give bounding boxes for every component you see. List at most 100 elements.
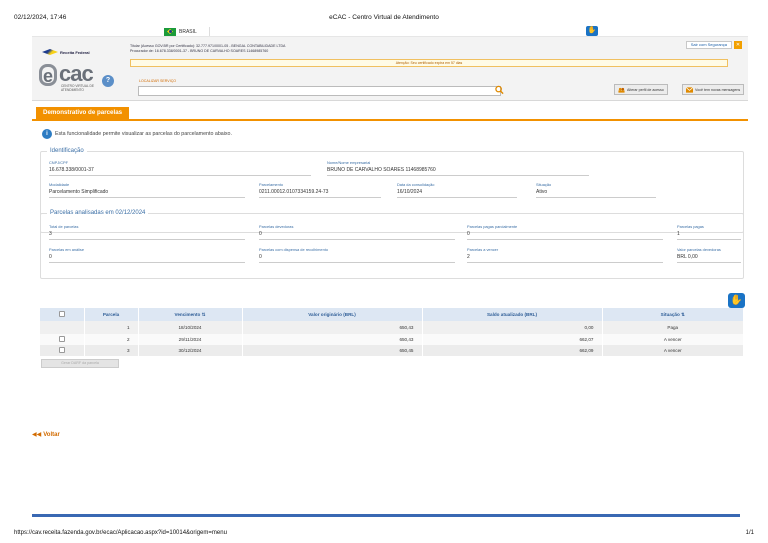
cell-vencimento: 29/11/2024 [138, 334, 243, 345]
field-parcelamento: Parcelamento 0211.00012.0107334159.24-73 [259, 182, 381, 198]
pagas-label: Parcelas pagas [677, 224, 704, 229]
pagas-value: 1 [677, 231, 741, 240]
search-label: LOCALIZAR SERVIÇO [139, 79, 177, 83]
header-valor-originario: Valor originário (BRL) [242, 308, 423, 321]
situacao-value: Ativo [536, 189, 656, 198]
parcial-value: 0 [467, 231, 663, 240]
alterar-perfil-label: Alterar perfil de acesso [627, 87, 664, 92]
logout-icon: ✕ [734, 41, 742, 49]
modalidade-label: Modalidade [49, 182, 70, 187]
brasil-link[interactable]: BRASIL [164, 27, 210, 36]
print-header: 02/12/2024, 17:46 eCAC - Centro Virtual … [0, 0, 768, 22]
analise-label: Parcelas em análise [49, 247, 85, 252]
voltar-label: Voltar [43, 431, 60, 438]
nome-value: BRUNO DE CARVALHO SOARES 11468985760 [327, 167, 589, 176]
ecac-subtitle: CENTRO VIRTUAL DE ATENDIMENTO [61, 84, 94, 92]
data-label: Data da consolidação [397, 182, 435, 187]
info-message: i Esta funcionalidade permite visualizar… [42, 129, 232, 139]
cell-saldo: 662,07 [422, 334, 603, 345]
analise-value: 0 [49, 254, 245, 263]
print-page-number: 1/1 [745, 530, 754, 536]
cell-saldo: 0,00 [422, 321, 603, 334]
accessibility-icon[interactable]: ✋ [586, 26, 598, 36]
cell-situacao: Paga [602, 321, 744, 334]
total-value: 3 [49, 231, 245, 240]
floating-accessibility-icon[interactable]: ✋ [728, 293, 745, 308]
cell-situacao: A vencer [602, 345, 744, 356]
devedoras-label: Parcelas devedoras [259, 224, 294, 229]
cnpj-label: CNPJ/CPF [49, 160, 69, 165]
select-all-header [40, 308, 85, 321]
alterar-perfil-button[interactable]: Alterar perfil de acesso [614, 84, 668, 95]
cell-vencimento: 18/10/2024 [138, 321, 243, 334]
bottom-bar [32, 514, 740, 517]
ecac-logo[interactable]: e cac CENTRO VIRTUAL DE ATENDIMENTO ? [39, 61, 125, 98]
field-em-analise: Parcelas em análise 0 [49, 247, 245, 263]
parcelamento-label: Parcelamento [259, 182, 284, 187]
dispensa-value: 0 [259, 254, 455, 263]
mail-icon [686, 86, 693, 93]
gov-bar: BRASIL ✋ [32, 26, 748, 37]
select-all-checkbox[interactable] [58, 311, 65, 317]
header-situacao[interactable]: Situação ⇅ [602, 308, 744, 321]
sair-button[interactable]: Sair com Segurança ✕ [685, 41, 742, 49]
receita-federal-logo: Receita Federal [42, 49, 90, 55]
cell-parcela: 1 [84, 321, 139, 334]
devedoras-value: 0 [259, 231, 455, 240]
row-checkbox[interactable] [58, 336, 65, 342]
info-icon: i [42, 129, 52, 139]
tab-demonstrativo[interactable]: Demonstrativo de parcelas [36, 107, 130, 119]
print-title: eCAC - Centro Virtual de Atendimento [329, 14, 439, 21]
table-row: 2 29/11/2024 650,43 662,07 A vencer [40, 334, 744, 345]
dispensa-label: Parcelas com dispensa de recolhimento [259, 247, 328, 252]
cnpj-value: 16.678.338/0001-37 [49, 167, 311, 176]
titular-info: Titular (Acesso GOV.BR por Certificado):… [130, 44, 285, 54]
row-checkbox-cell [40, 345, 85, 356]
field-dispensa: Parcelas com dispensa de recolhimento 0 [259, 247, 455, 263]
field-total: Total de parcelas 3 [49, 224, 245, 240]
vencer-label: Parcelas a vencer [467, 247, 499, 252]
cell-parcela: 3 [84, 345, 139, 356]
ecac-e: e [39, 64, 57, 86]
field-pagas: Parcelas pagas 1 [677, 224, 741, 240]
search-input[interactable] [138, 86, 501, 96]
cell-valor: 650,43 [242, 321, 423, 334]
back-arrow-icon: ◀◀ [32, 432, 42, 438]
modalidade-value: Parcelamento Simplificado [49, 189, 245, 198]
gerar-darf-button[interactable]: Gerar DARF da parcela [41, 359, 119, 368]
parcial-label: Parcelas pagas parcialmente [467, 224, 518, 229]
row-checkbox-cell [40, 321, 85, 334]
field-situacao: Situação Ativo [536, 182, 656, 198]
field-a-vencer: Parcelas a vencer 2 [467, 247, 663, 263]
row-checkbox[interactable] [58, 347, 65, 353]
mensagens-button[interactable]: Você tem novas mensagens [682, 84, 745, 95]
cell-parcela: 2 [84, 334, 139, 345]
brazil-flag-icon [164, 27, 176, 36]
search-icon[interactable] [495, 85, 504, 95]
data-value: 16/10/2024 [397, 189, 517, 198]
vencer-value: 2 [467, 254, 663, 263]
info-text: Esta funcionalidade permite visualizar a… [55, 131, 232, 137]
print-url: https://cav.receita.fazenda.gov.br/ecac/… [14, 530, 227, 536]
country-label: BRASIL [179, 28, 197, 35]
parcelas-table: Parcela Vencimento ⇅ Valor originário (B… [40, 308, 744, 356]
cell-vencimento: 30/12/2024 [138, 345, 243, 356]
sair-label: Sair com Segurança [685, 41, 732, 49]
total-label: Total de parcelas [49, 224, 79, 229]
valor-dev-value: BRL 0,00 [677, 254, 741, 263]
valor-dev-label: Valor parcelas devedoras [677, 247, 721, 252]
field-devedoras: Parcelas devedoras 0 [259, 224, 455, 240]
nome-label: Nome/Nome empresarial [327, 160, 371, 165]
analisadas-legend: Parcelas analisadas em 02/12/2024 [47, 210, 149, 216]
field-nome: Nome/Nome empresarial BRUNO DE CARVALHO … [327, 160, 589, 176]
procurador-line: Procurador de: 16.678.338/0001-37 - BRUN… [130, 49, 269, 53]
field-cnpj: CNPJ/CPF 16.678.338/0001-37 [49, 160, 311, 176]
header-vencimento[interactable]: Vencimento ⇅ [138, 308, 243, 321]
field-pagas-parcialmente: Parcelas pagas parcialmente 0 [467, 224, 663, 240]
help-icon[interactable]: ? [102, 75, 114, 87]
print-footer: https://cav.receita.fazenda.gov.br/ecac/… [0, 523, 768, 543]
voltar-link[interactable]: ◀◀ Voltar [32, 431, 60, 439]
ecac-page: BRASIL ✋ Receita Federal Titular (Acesso… [32, 26, 748, 516]
users-icon [618, 87, 625, 93]
cell-saldo: 662,09 [422, 345, 603, 356]
